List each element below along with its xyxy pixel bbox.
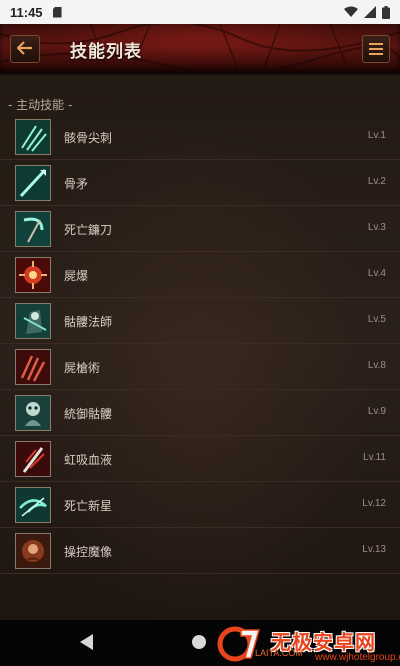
skill-level: Lv.13	[362, 544, 386, 555]
skill-name: 屍槍術	[64, 361, 101, 375]
command-skeletons-icon	[15, 395, 51, 431]
corpse-explosion-icon	[15, 257, 51, 293]
bone-spear-icon	[15, 165, 51, 201]
status-bar: 11:45	[0, 0, 400, 24]
app-header: 技能列表	[0, 24, 400, 74]
watermark: 无极安卓网 LAITA.COM www.wjhotelgroup.com	[215, 620, 400, 666]
death-nova-icon	[15, 487, 51, 523]
back-arrow-icon	[16, 40, 33, 59]
menu-button[interactable]	[362, 35, 390, 63]
skill-row[interactable]: 屍爆 Lv.4	[0, 252, 400, 298]
system-nav-bar: 无极安卓网 LAITA.COM www.wjhotelgroup.com	[0, 620, 400, 666]
corpse-lance-icon	[15, 349, 51, 385]
skill-level: Lv.4	[367, 268, 386, 279]
skill-name: 骷髏法師	[64, 315, 113, 329]
nav-home-icon[interactable]	[192, 635, 206, 649]
skill-level: Lv.12	[362, 498, 386, 509]
skill-level: Lv.8	[367, 360, 386, 371]
menu-line	[369, 53, 383, 55]
skill-row[interactable]: 死亡新星 Lv.12	[0, 482, 400, 528]
section-header-active-skills: - 主动技能 -	[8, 98, 73, 112]
skill-name: 虹吸血液	[64, 453, 113, 467]
battery-icon	[382, 5, 390, 19]
skill-level: Lv.3	[367, 222, 386, 233]
skill-name: 死亡鐮刀	[64, 223, 113, 237]
thorn-decoration	[0, 24, 400, 72]
skill-row[interactable]: 統御骷髏 Lv.9	[0, 390, 400, 436]
skill-level: Lv.1	[367, 130, 386, 141]
status-icons	[344, 5, 390, 19]
skill-row[interactable]: 虹吸血液 Lv.11	[0, 436, 400, 482]
skill-row[interactable]: 屍槍術 Lv.8	[0, 344, 400, 390]
skill-name: 統御骷髏	[64, 407, 113, 421]
skill-level: Lv.5	[367, 314, 386, 325]
death-scythe-icon	[15, 211, 51, 247]
page-title: 技能列表	[70, 42, 142, 62]
skill-level: Lv.2	[367, 176, 386, 187]
bone-spikes-icon	[15, 119, 51, 155]
skill-name: 操控魔像	[64, 545, 113, 559]
hamburger-menu-icon	[369, 43, 383, 45]
skill-row[interactable]: 死亡鐮刀 Lv.3	[0, 206, 400, 252]
watermark-subtext: LAITA.COM	[255, 648, 303, 658]
skill-level: Lv.9	[367, 406, 386, 417]
siphon-blood-icon	[15, 441, 51, 477]
skeletal-mage-icon	[15, 303, 51, 339]
skill-list: 骸骨尖刺 Lv.1 骨矛 Lv.2 死亡鐮刀 Lv.3 屍爆 Lv.4 骷髏法師…	[0, 114, 400, 574]
wifi-icon	[344, 6, 358, 18]
skill-name: 屍爆	[64, 269, 89, 283]
watermark-url: www.wjhotelgroup.com	[315, 652, 400, 663]
menu-line	[369, 48, 383, 50]
skill-row[interactable]: 操控魔像 Lv.13	[0, 528, 400, 574]
skill-row[interactable]: 骸骨尖刺 Lv.1	[0, 114, 400, 160]
skill-name: 骨矛	[64, 177, 89, 191]
skill-row[interactable]: 骷髏法師 Lv.5	[0, 298, 400, 344]
skill-list-panel: - 主动技能 - 骸骨尖刺 Lv.1 骨矛 Lv.2 死亡鐮刀 Lv.3 屍爆 …	[0, 76, 400, 620]
signal-icon	[364, 6, 376, 18]
back-button[interactable]	[10, 35, 40, 63]
sd-card-icon	[52, 6, 62, 18]
skill-name: 死亡新星	[64, 499, 113, 513]
skill-row[interactable]: 骨矛 Lv.2	[0, 160, 400, 206]
nav-back-icon[interactable]	[80, 634, 93, 650]
command-golem-icon	[15, 533, 51, 569]
skill-level: Lv.11	[363, 452, 386, 463]
skill-name: 骸骨尖刺	[64, 131, 113, 145]
status-time: 11:45	[10, 4, 43, 20]
